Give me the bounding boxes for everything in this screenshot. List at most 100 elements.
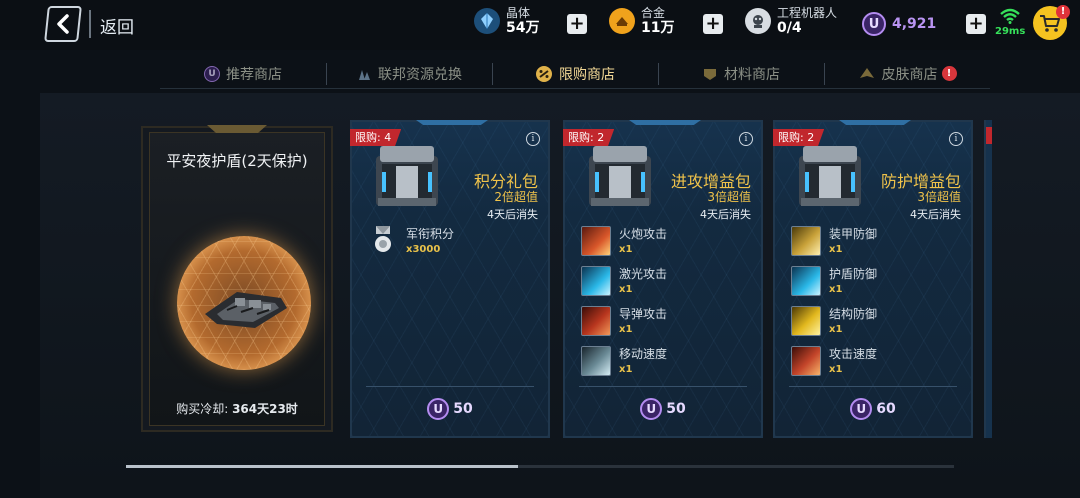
speed-icon — [581, 346, 611, 376]
ship-icon — [858, 66, 876, 82]
shield-defense-icon — [791, 266, 821, 296]
price-value: 50 — [666, 401, 686, 417]
missile-icon — [581, 306, 611, 336]
pack-expire: 4天后消失 — [700, 208, 751, 221]
tab-label: 材料商店 — [724, 66, 780, 83]
pack-items: 军衔积分 x3000 — [368, 226, 454, 266]
structure-icon — [791, 306, 821, 336]
u-coin-icon: U — [640, 398, 663, 420]
tab-material-shop[interactable]: 材料商店 — [658, 59, 824, 88]
pack-multiplier: 2倍超值 — [494, 190, 538, 204]
shield-offer-card[interactable]: 平安夜护盾(2天保护) 购买冷却: 364天23时 — [141, 125, 333, 432]
armor-icon — [791, 226, 821, 256]
item-qty: x1 — [829, 364, 843, 375]
u-coin-icon: U — [862, 12, 886, 36]
ping-value: 29ms — [995, 26, 1026, 37]
list-item: 火炮攻击 x1 — [581, 226, 667, 266]
add-alloy-button[interactable]: + — [703, 14, 723, 34]
list-item: 结构防御 x1 — [791, 306, 877, 346]
add-premium-button[interactable]: + — [966, 14, 986, 34]
resource-crystal: 晶体 54万 — [474, 6, 539, 36]
item-name: 结构防御 — [829, 307, 878, 321]
cannon-icon — [581, 226, 611, 256]
cooldown-value: 364天23时 — [232, 402, 298, 416]
pack-items: 装甲防御 x1 护盾防御 x1 结构防御 x1 攻击速度 x1 — [791, 226, 877, 386]
list-item: 护盾防御 x1 — [791, 266, 877, 306]
price-value: 60 — [876, 401, 896, 417]
discount-icon — [535, 65, 553, 83]
item-name: 攻击速度 — [829, 347, 878, 361]
buy-button[interactable]: U 50 — [352, 398, 548, 420]
cart-badge: ! — [1056, 5, 1070, 19]
back-button[interactable] — [44, 6, 82, 42]
medal-icon — [368, 226, 398, 256]
tab-label: 推荐商店 — [226, 66, 282, 83]
pack-multiplier: 3倍超值 — [707, 190, 751, 204]
scrollbar-thumb[interactable] — [126, 465, 518, 468]
item-name: 火炮攻击 — [619, 227, 668, 241]
purchase-limit-badge-edge — [986, 127, 992, 144]
item-qty: x3000 — [406, 244, 441, 255]
item-qty: x1 — [829, 244, 843, 255]
supply-crate-icon — [799, 146, 861, 206]
resource-value: 11万 — [641, 20, 675, 36]
item-name: 激光攻击 — [619, 267, 668, 281]
add-crystal-button[interactable]: + — [567, 14, 587, 34]
tab-label: 皮肤商店 — [881, 66, 938, 83]
pack-card-attack[interactable]: 限购: 2 i 进攻增益包 3倍超值 4天后消失 火炮攻击 x1 激光攻击 x1 — [563, 120, 763, 438]
next-pack-card-edge[interactable] — [984, 120, 992, 438]
info-icon[interactable]: i — [739, 132, 753, 146]
item-qty: x1 — [829, 284, 843, 295]
wifi-icon — [1000, 8, 1020, 24]
item-name: 装甲防御 — [829, 227, 878, 241]
pack-expire: 4天后消失 — [487, 208, 538, 221]
chevron-left-icon — [57, 14, 69, 34]
crystal-icon — [356, 67, 372, 81]
item-qty: x1 — [619, 364, 633, 375]
alloy-icon — [609, 8, 635, 34]
tab-label: 限购商店 — [559, 66, 615, 83]
resource-name: 工程机器人 — [777, 6, 838, 20]
item-name: 移动速度 — [619, 347, 668, 361]
item-qty: x1 — [619, 284, 633, 295]
item-qty: x1 — [619, 324, 633, 335]
supply-crate-icon — [376, 146, 438, 206]
badge-icon — [702, 66, 718, 82]
price-value: 50 — [453, 401, 473, 417]
resource-name: 合金 — [641, 6, 666, 20]
back-label[interactable]: 返回 — [100, 13, 134, 38]
buy-button[interactable]: U 50 — [565, 398, 761, 420]
shield-orb-image — [177, 236, 311, 370]
info-icon[interactable]: i — [949, 132, 963, 146]
list-item: 激光攻击 x1 — [581, 266, 667, 306]
resource-value: 0/4 — [777, 20, 802, 36]
battleship-icon — [205, 292, 287, 328]
item-qty: x1 — [619, 244, 633, 255]
robot-icon — [745, 8, 771, 34]
info-icon[interactable]: i — [526, 132, 540, 146]
shop-tabs: U 推荐商店 联邦资源兑换 限购商店 材料商店 皮肤商店 ! — [160, 59, 990, 89]
tab-limited-shop[interactable]: 限购商店 — [492, 59, 658, 88]
tab-federal-exchange[interactable]: 联邦资源兑换 — [326, 59, 492, 88]
resource-name: 晶体 — [506, 6, 531, 20]
resource-alloy: 合金 11万 — [609, 6, 674, 36]
pack-expire: 4天后消失 — [910, 208, 961, 221]
laser-icon — [581, 266, 611, 296]
resource-value: 54万 — [506, 20, 540, 36]
resource-robot: 工程机器人 0/4 — [745, 6, 837, 36]
pack-card-defense[interactable]: 限购: 2 i 防护增益包 3倍超值 4天后消失 装甲防御 x1 护盾防御 x1 — [773, 120, 973, 438]
item-name: 护盾防御 — [829, 267, 878, 281]
tab-recommended-shop[interactable]: U 推荐商店 — [160, 59, 326, 88]
pack-multiplier: 3倍超值 — [917, 190, 961, 204]
u-coin-icon: U — [204, 65, 220, 82]
pack-card-points[interactable]: 限购: 4 i 积分礼包 2倍超值 4天后消失 军衔积分 x3000 U 50 — [350, 120, 550, 438]
pack-items: 火炮攻击 x1 激光攻击 x1 导弹攻击 x1 移动速度 x1 — [581, 226, 667, 386]
purchase-cooldown: 购买冷却: 364天23时 — [143, 400, 331, 417]
tab-skin-shop[interactable]: 皮肤商店 ! — [824, 59, 990, 88]
item-qty: x1 — [829, 324, 843, 335]
cooldown-label: 购买冷却: — [176, 402, 229, 416]
tab-label: 联邦资源兑换 — [378, 66, 462, 83]
list-item: 攻击速度 x1 — [791, 346, 877, 386]
buy-button[interactable]: U 60 — [775, 398, 971, 420]
attack-speed-icon — [791, 346, 821, 376]
